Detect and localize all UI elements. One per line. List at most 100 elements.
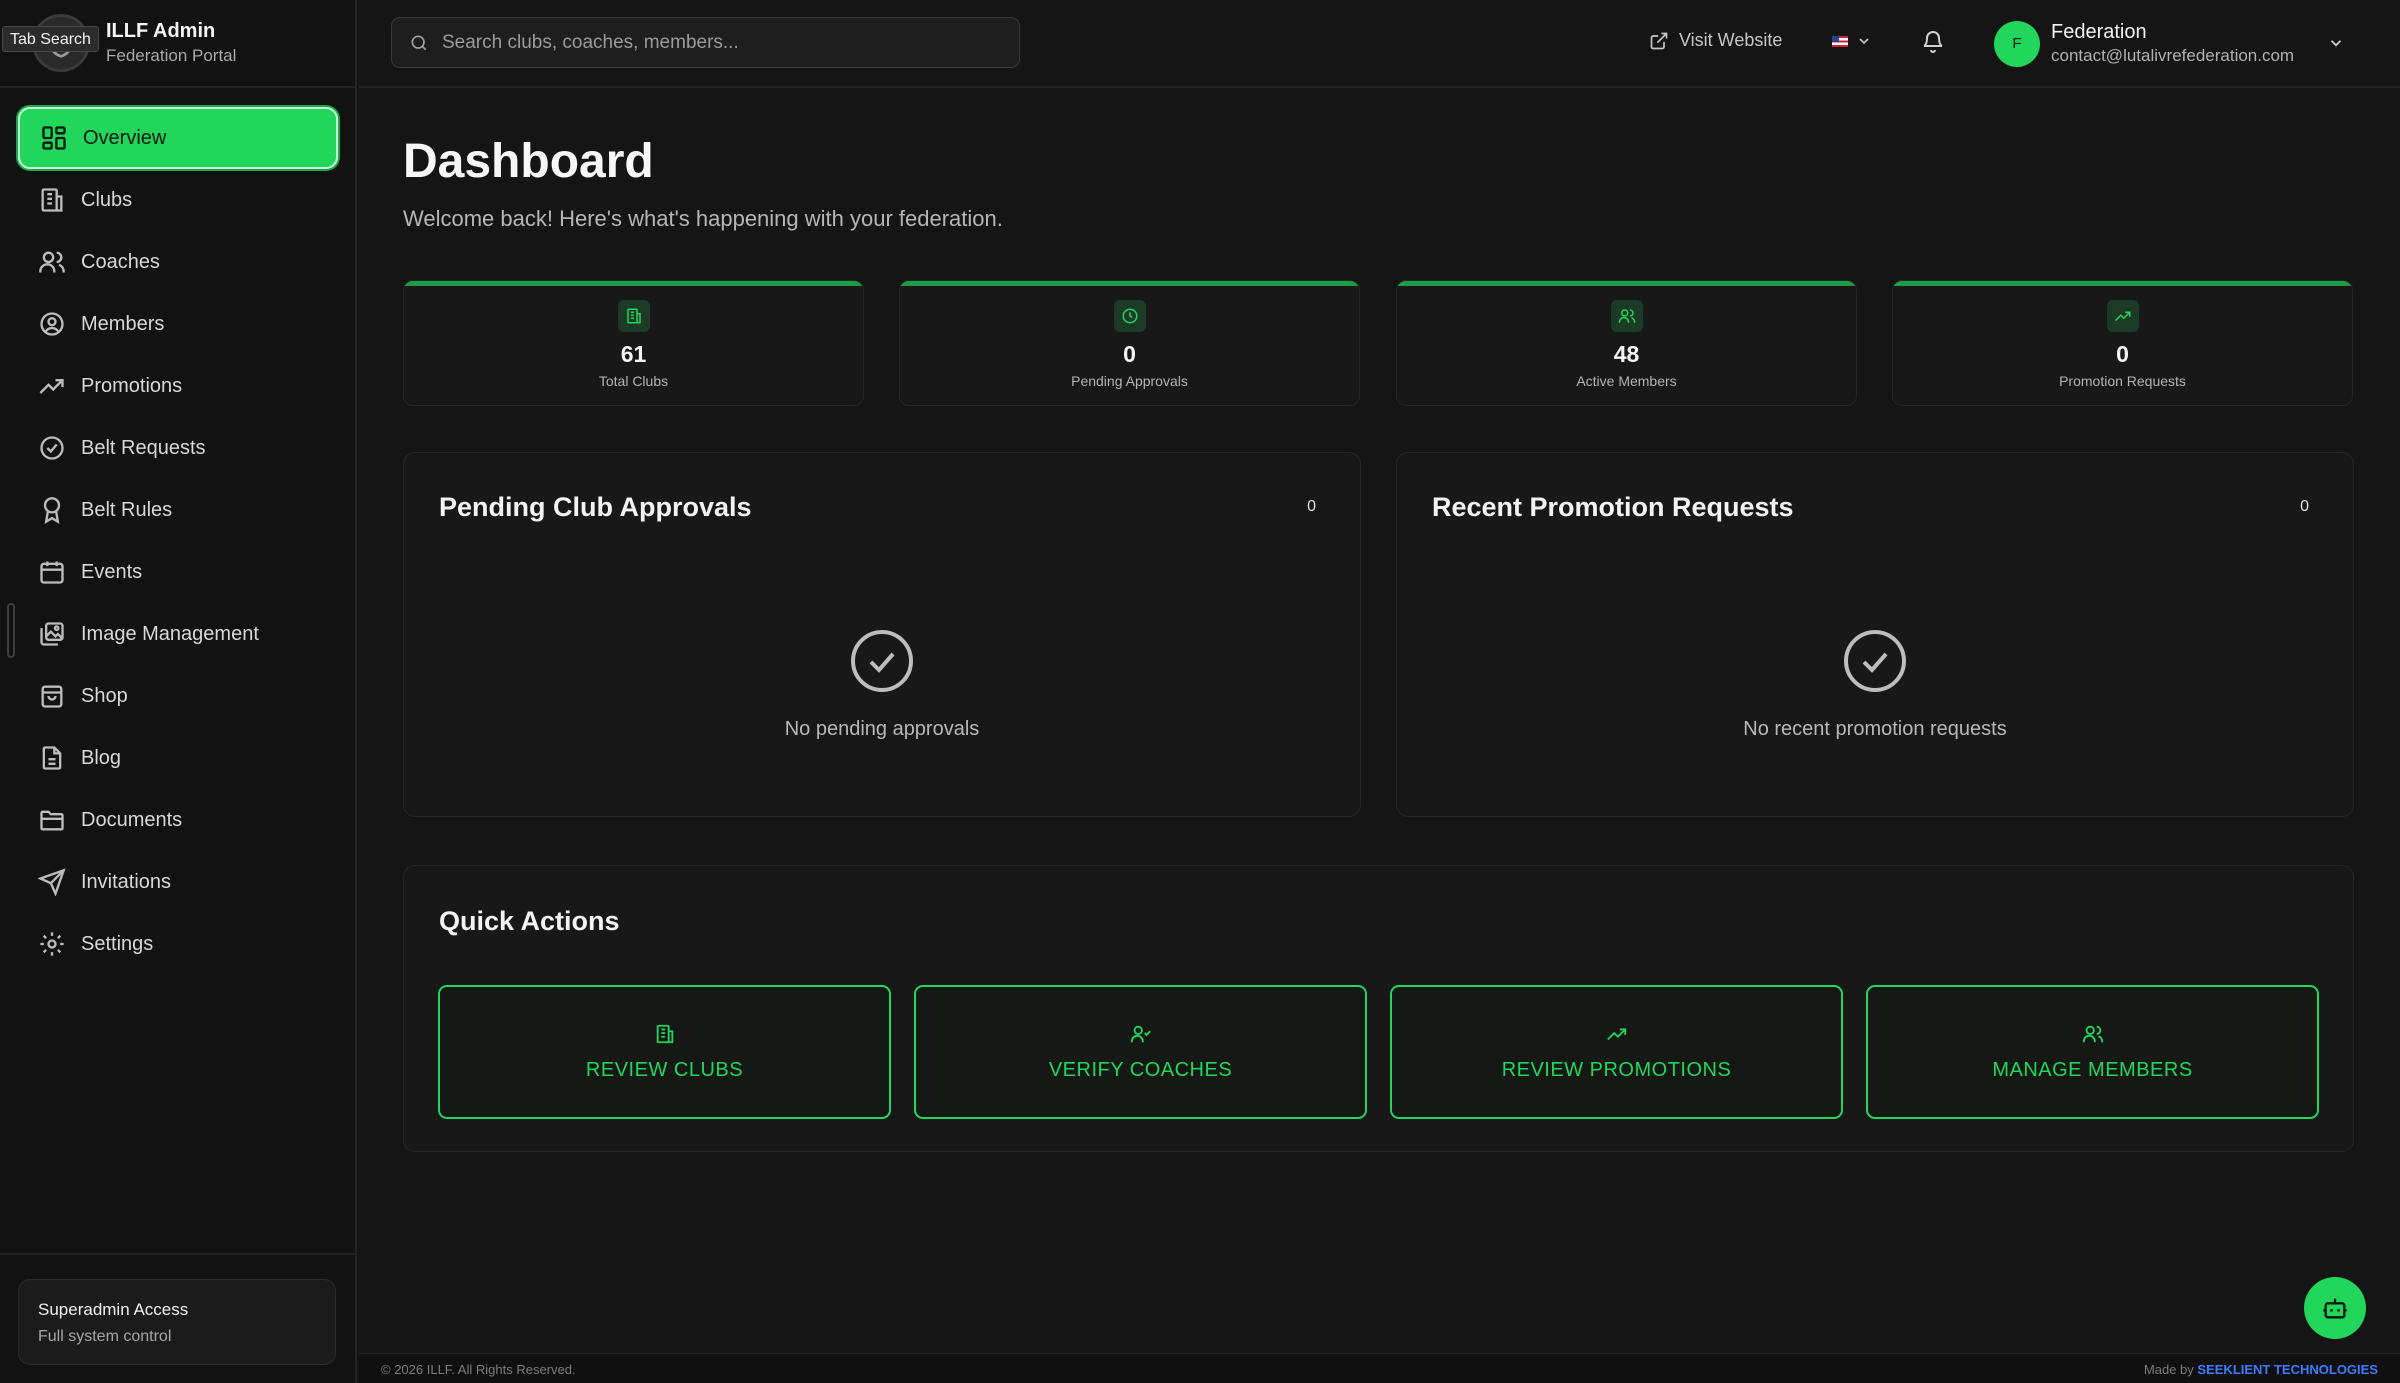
- trending-up-icon: [39, 379, 64, 394]
- user-circle-icon: [40, 312, 64, 336]
- grid-icon: [42, 126, 66, 150]
- gear-icon: [40, 932, 64, 956]
- quick-actions-panel: Quick Actions REVIEW CLUBS VERIFY COACHE…: [403, 865, 2354, 1152]
- sidebar-footer: Superadmin Access Full system control: [0, 1253, 357, 1383]
- review-clubs-button[interactable]: REVIEW CLUBS: [438, 985, 891, 1119]
- access-title: Superadmin Access: [38, 1300, 189, 1319]
- stat-icon-box: [618, 300, 650, 332]
- panel-title: Quick Actions: [439, 906, 620, 936]
- button-label: REVIEW PROMOTIONS: [1501, 1059, 1732, 1081]
- stat-card-pending-approvals: 0 Pending Approvals: [899, 280, 1360, 406]
- search-box: [391, 17, 1020, 68]
- sidebar-item-label: Belt Requests: [81, 436, 206, 459]
- brand-title: ILLF Admin: [106, 20, 216, 42]
- review-promotions-button[interactable]: REVIEW PROMOTIONS: [1390, 985, 1843, 1119]
- button-label: REVIEW CLUBS: [585, 1059, 744, 1081]
- panel-title: Pending Club Approvals: [439, 492, 752, 522]
- search-icon: [411, 35, 427, 51]
- sidebar-item-belt-requests[interactable]: Belt Requests: [18, 417, 338, 479]
- user-menu[interactable]: F Federation contact@lutalivrefederation…: [1994, 17, 2374, 71]
- avatar: F: [1994, 21, 2040, 67]
- notifications-button[interactable]: [1921, 30, 1945, 54]
- sidebar-item-events[interactable]: Events: [18, 541, 338, 603]
- verify-coaches-button[interactable]: VERIFY COACHES: [914, 985, 1367, 1119]
- sidebar-item-image-management[interactable]: Image Management: [18, 603, 338, 665]
- sidebar-item-members[interactable]: Members: [18, 293, 338, 355]
- users-icon: [2082, 1025, 2103, 1043]
- us-flag-icon: [1832, 35, 1848, 47]
- stat-card-total-clubs: 61 Total Clubs: [403, 280, 864, 406]
- access-subtitle: Full system control: [38, 1328, 172, 1345]
- sidebar-item-documents[interactable]: Documents: [18, 789, 338, 851]
- stat-icon-box: [1611, 300, 1643, 332]
- sidebar-item-blog[interactable]: Blog: [18, 727, 338, 789]
- award-icon: [43, 497, 61, 524]
- clock-icon: [1122, 308, 1138, 324]
- send-icon: [38, 868, 66, 896]
- chatbot-button[interactable]: [2304, 1277, 2366, 1339]
- sidebar-item-label: Blog: [81, 746, 122, 769]
- sidebar-item-label: Belt Rules: [81, 498, 173, 521]
- building-icon: [41, 188, 63, 212]
- manage-members-button[interactable]: MANAGE MEMBERS: [1866, 985, 2319, 1119]
- stat-label: Promotion Requests: [2059, 373, 2186, 389]
- trending-up-icon: [2114, 311, 2131, 322]
- sidebar-item-shop[interactable]: Shop: [18, 665, 338, 727]
- sidebar-item-label: Coaches: [81, 250, 160, 273]
- user-email: contact@lutalivrefederation.com: [2051, 46, 2295, 65]
- stat-card-active-members: 48 Active Members: [1396, 280, 1857, 406]
- made-by-prefix: Made by: [2143, 1362, 2194, 1377]
- sidebar-item-clubs[interactable]: Clubs: [18, 169, 338, 231]
- calendar-icon: [40, 561, 64, 584]
- top-bar: Visit Website F Federation contact@lutal…: [359, 0, 2400, 88]
- images-icon: [40, 622, 64, 646]
- chevron-down-icon: [1859, 38, 1869, 45]
- sidebar-item-belt-rules[interactable]: Belt Rules: [18, 479, 338, 541]
- sidebar-item-invitations[interactable]: Invitations: [18, 851, 338, 913]
- user-menu-toggle[interactable]: [2327, 34, 2345, 52]
- users-icon: [1618, 309, 1636, 323]
- sidebar-item-promotions[interactable]: Promotions: [18, 355, 338, 417]
- stat-icon-box: [2107, 300, 2139, 332]
- stat-label: Pending Approvals: [1071, 373, 1188, 389]
- user-name: Federation: [2051, 21, 2147, 43]
- sidebar: Tab Search ILLF Admin Federation Portal …: [0, 0, 357, 1383]
- users-icon: [39, 251, 65, 273]
- made-by-link[interactable]: SEEKLIENT TECHNOLOGIES: [2197, 1362, 2378, 1377]
- brand-header: Tab Search ILLF Admin Federation Portal: [0, 0, 357, 88]
- external-link-icon: [1650, 32, 1668, 49]
- user-check-icon: [1130, 1025, 1151, 1043]
- visit-website-label: Visit Website: [1679, 30, 1783, 50]
- panel-count-badge: 0: [1307, 498, 1316, 515]
- file-text-icon: [42, 746, 62, 770]
- sidebar-item-settings[interactable]: Settings: [18, 913, 338, 975]
- stat-value: 0: [2116, 341, 2129, 367]
- empty-state-text: No recent promotion requests: [1743, 718, 2007, 740]
- check-circle-icon: [851, 630, 913, 692]
- brand-subtitle: Federation Portal: [106, 46, 237, 65]
- sidebar-item-label: Image Management: [81, 622, 259, 645]
- trending-up-icon: [1606, 1028, 1626, 1041]
- sidebar-item-label: Shop: [81, 684, 128, 707]
- main-content: Dashboard Welcome back! Here's what's ha…: [359, 90, 2400, 1353]
- shopping-bag-icon: [41, 685, 63, 708]
- sidebar-item-label: Clubs: [81, 188, 133, 211]
- sidebar-item-coaches[interactable]: Coaches: [18, 231, 338, 293]
- stat-label: Total Clubs: [598, 373, 669, 389]
- language-selector[interactable]: [1832, 33, 1872, 49]
- search-input[interactable]: [442, 18, 1002, 67]
- empty-state-text: No pending approvals: [784, 718, 980, 740]
- page-title: Dashboard: [403, 135, 654, 188]
- sidebar-item-label: Settings: [81, 932, 154, 955]
- page-subtitle: Welcome back! Here's what's happening wi…: [403, 206, 1003, 231]
- folder-icon: [40, 810, 64, 831]
- sidebar-item-overview[interactable]: Overview: [18, 107, 338, 169]
- sidebar-nav: Overview Clubs Coaches Members Promotion…: [18, 107, 338, 975]
- stat-icon-box: [1114, 300, 1146, 332]
- visit-website-link[interactable]: Visit Website: [1649, 30, 1782, 51]
- sidebar-item-label: Members: [81, 312, 165, 335]
- sidebar-scrollbar[interactable]: [7, 603, 15, 658]
- access-card: Superadmin Access Full system control: [18, 1279, 336, 1365]
- tab-search-tooltip: Tab Search: [2, 26, 99, 52]
- sidebar-item-label: Promotions: [81, 374, 183, 397]
